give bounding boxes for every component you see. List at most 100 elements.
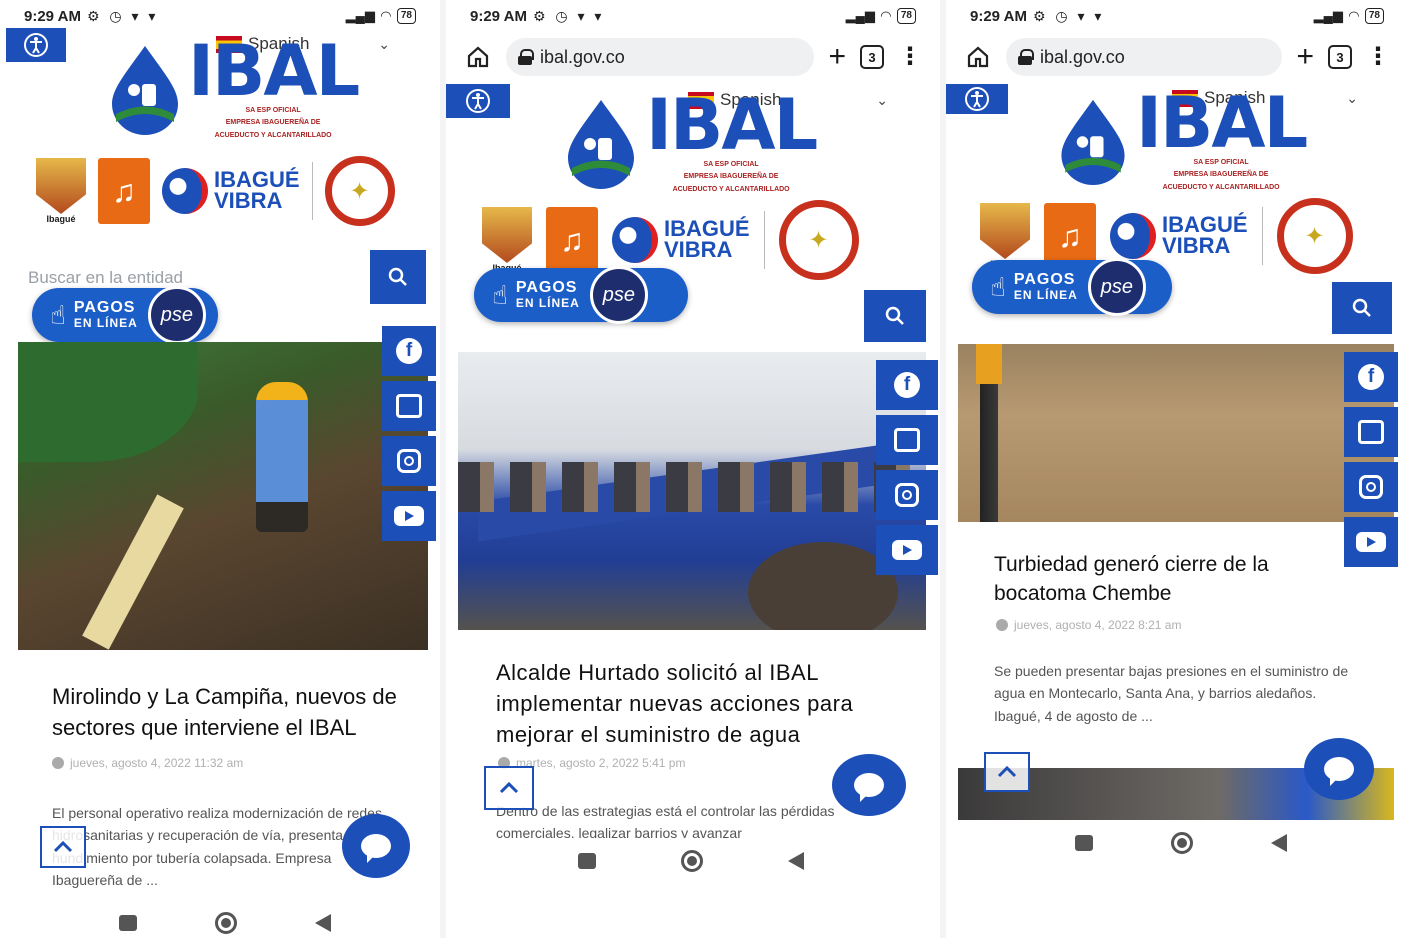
- hand-pointer-icon: ☝: [990, 271, 1006, 302]
- social-sidebar: f: [876, 360, 938, 575]
- recents-button[interactable]: [119, 915, 137, 931]
- home-icon[interactable]: [964, 43, 992, 71]
- pagos-label: PAGOS: [73, 299, 136, 317]
- pagos-label: PAGOS: [1013, 271, 1076, 289]
- home-button[interactable]: [215, 912, 237, 934]
- colombia-seal-icon[interactable]: ✦: [324, 156, 395, 226]
- chat-button[interactable]: [832, 754, 906, 816]
- music-capital-icon[interactable]: ♫: [546, 207, 598, 273]
- instagram-button[interactable]: [382, 436, 436, 486]
- back-button[interactable]: [315, 914, 331, 932]
- ibal-logo[interactable]: IBAL SA ESP OFICIAL EMPRESA IBAGUEREÑA D…: [110, 36, 360, 140]
- ibague-vibra-logo[interactable]: IBAGUÉ VIBRA: [612, 217, 750, 263]
- pse-logo: pse: [147, 286, 206, 344]
- overflow-menu-icon[interactable]: ⋮: [898, 45, 922, 69]
- twitter-button[interactable]: [876, 415, 938, 465]
- facebook-button[interactable]: f: [876, 360, 938, 410]
- article-image[interactable]: [958, 344, 1394, 522]
- home-button[interactable]: [1171, 832, 1193, 854]
- clock-icon: [52, 757, 64, 769]
- scroll-to-top-button[interactable]: [984, 752, 1030, 792]
- signal-icon: ▂▄▆: [1313, 8, 1343, 23]
- twitter-button[interactable]: [1344, 407, 1398, 457]
- pagos-en-linea-button[interactable]: ☝ PAGOS EN LÍNEA pse: [972, 258, 1172, 316]
- article-date: jueves, agosto 4, 2022 11:32 am: [52, 756, 243, 770]
- tab-switcher-button[interactable]: 3: [860, 45, 884, 69]
- recents-button[interactable]: [578, 853, 597, 869]
- youtube-button[interactable]: [382, 491, 436, 541]
- brand-sub-3: ACUEDUCTO Y ALCANTARILLADO: [1162, 183, 1280, 191]
- android-nav-bar: [80, 908, 370, 938]
- accessibility-icon[interactable]: [446, 84, 510, 118]
- tab-switcher-button[interactable]: 3: [1328, 45, 1352, 69]
- meeting-attendees: [458, 462, 926, 512]
- ibague-vibra-logo[interactable]: IBAGUÉ VIBRA: [162, 168, 300, 214]
- new-tab-icon[interactable]: +: [1296, 42, 1314, 72]
- home-button[interactable]: [680, 850, 703, 872]
- back-button[interactable]: [787, 852, 804, 870]
- vibra-icon: [1110, 213, 1156, 259]
- accessibility-icon[interactable]: [946, 84, 1008, 114]
- search-button[interactable]: [1332, 282, 1392, 334]
- facebook-button[interactable]: f: [1344, 352, 1398, 402]
- article-date-text: jueves, agosto 4, 2022 8:21 am: [1014, 618, 1182, 632]
- overflow-menu-icon[interactable]: ⋮: [1366, 45, 1390, 69]
- address-bar[interactable]: ibal.gov.co: [506, 38, 815, 76]
- search-button[interactable]: [370, 250, 426, 304]
- ibague-coat[interactable]: Ibagué: [482, 207, 532, 273]
- ibague-vibra-logo[interactable]: IBAGUÉ VIBRA: [1110, 213, 1248, 259]
- vibra-line-2: VIBRA: [1162, 233, 1231, 258]
- pagos-en-linea-button[interactable]: ☝ PAGOS EN LÍNEA pse: [474, 266, 688, 324]
- music-capital-icon[interactable]: ♫: [98, 158, 150, 224]
- ibague-coat[interactable]: Ibagué: [36, 158, 86, 224]
- status-bar: 9:29 AM ⚙ ◷ ▾ ▾ ▂▄▆ ◠ 78: [946, 0, 1408, 32]
- accessibility-icon[interactable]: [6, 28, 66, 62]
- instagram-icon: [1359, 475, 1383, 499]
- instagram-button[interactable]: [876, 470, 938, 520]
- brand-wordmark: IBAL: [646, 84, 818, 166]
- article-title[interactable]: Turbiedad generó cierre de la bocatoma C…: [994, 550, 1324, 609]
- ibal-logo[interactable]: IBAL SA ESP OFICIAL EMPRESA IBAGUEREÑA D…: [564, 84, 818, 194]
- facebook-icon: f: [396, 338, 422, 364]
- vibra-line-2: VIBRA: [214, 188, 283, 213]
- social-sidebar: f: [1344, 352, 1398, 567]
- twitter-button[interactable]: [382, 381, 436, 431]
- colombia-seal-icon[interactable]: ✦: [1276, 198, 1353, 274]
- wifi-icon: ◠: [380, 8, 391, 23]
- chat-button[interactable]: [1304, 738, 1374, 800]
- recents-button[interactable]: [1075, 835, 1093, 851]
- pagos-en-linea-button[interactable]: ☝ PAGOS EN LÍNEA pse: [32, 286, 218, 344]
- lock-icon: [1018, 49, 1034, 65]
- android-nav-bar: [1036, 828, 1326, 858]
- article-image[interactable]: [458, 352, 926, 630]
- battery-icon: 78: [1364, 8, 1384, 24]
- colombia-seal-icon[interactable]: ✦: [778, 200, 859, 280]
- facebook-button[interactable]: f: [382, 326, 436, 376]
- ibal-drop-icon: [1061, 99, 1125, 186]
- social-sidebar: f: [382, 326, 436, 541]
- instagram-button[interactable]: [1344, 462, 1398, 512]
- home-icon[interactable]: [464, 43, 492, 71]
- youtube-icon: [1356, 532, 1386, 552]
- article-date-text: martes, agosto 2, 2022 5:41 pm: [516, 756, 686, 770]
- back-button[interactable]: [1271, 834, 1287, 852]
- foliage: [18, 342, 198, 462]
- article-excerpt: Se pueden presentar bajas presiones en e…: [994, 663, 1349, 724]
- article-image[interactable]: [18, 342, 428, 650]
- article-title[interactable]: Mirolindo y La Campiña, nuevos de sector…: [52, 682, 412, 744]
- article-title[interactable]: Alcalde Hurtado solicitó al IBAL impleme…: [496, 658, 906, 750]
- search-button[interactable]: [864, 290, 926, 342]
- chevron-up-icon: [499, 782, 519, 794]
- scroll-to-top-button[interactable]: [484, 766, 534, 810]
- youtube-button[interactable]: [1344, 517, 1398, 567]
- address-bar[interactable]: ibal.gov.co: [1006, 38, 1283, 76]
- chevron-up-icon: [997, 766, 1017, 778]
- article-excerpt: Dentro de las estrategias está el contro…: [496, 803, 835, 838]
- ibal-logo[interactable]: IBAL SA ESP OFICIAL EMPRESA IBAGUEREÑA D…: [1058, 88, 1308, 192]
- search-input[interactable]: Buscar en la entidad: [28, 268, 183, 288]
- signal-icon: ▂▄▆: [845, 8, 875, 23]
- youtube-button[interactable]: [876, 525, 938, 575]
- new-tab-icon[interactable]: +: [828, 42, 846, 72]
- chat-button[interactable]: [342, 814, 410, 878]
- scroll-to-top-button[interactable]: [40, 826, 86, 868]
